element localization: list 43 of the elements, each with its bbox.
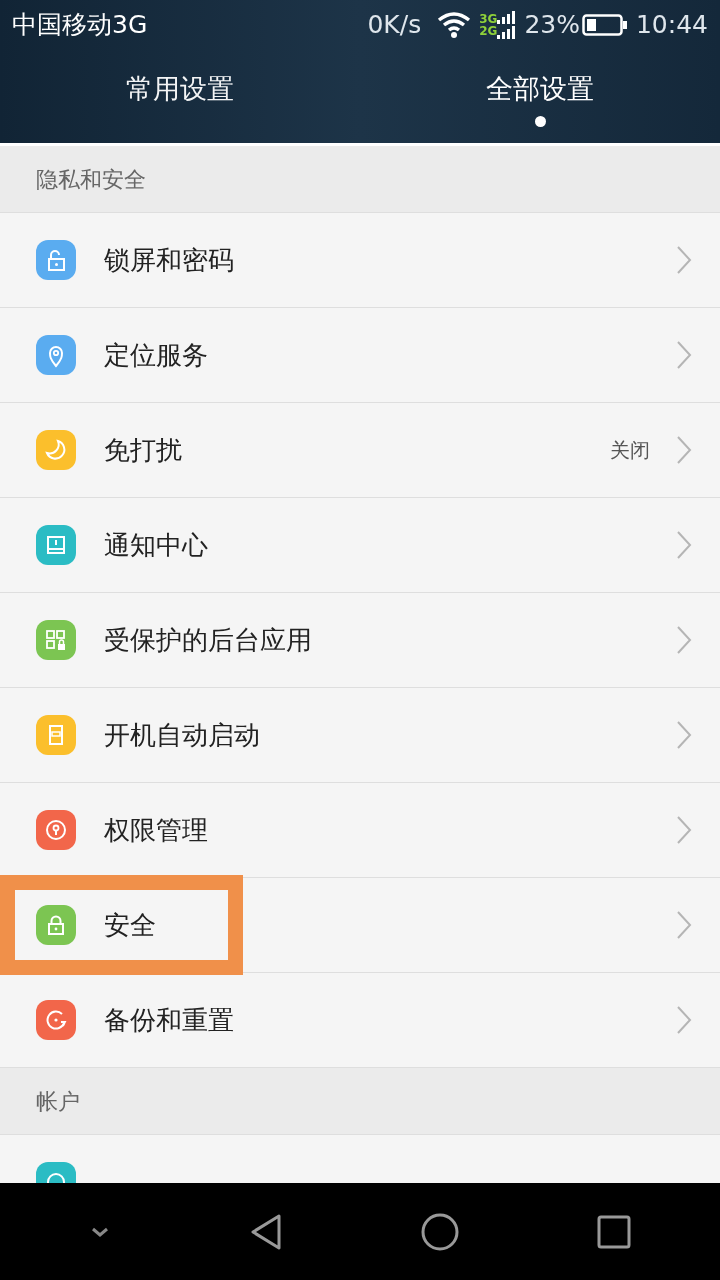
settings-row[interactable]: 安全	[0, 878, 720, 973]
settings-row[interactable]: 锁屏和密码	[0, 213, 720, 308]
home-icon[interactable]	[421, 1212, 459, 1251]
section-header: 隐私和安全	[0, 146, 720, 213]
setting-label: 通知中心	[104, 528, 209, 562]
setting-label: 受保护的后台应用	[104, 623, 313, 657]
wifi-icon	[437, 11, 472, 39]
network-type: 3G	[479, 13, 498, 25]
chevron-right-icon	[676, 245, 692, 275]
battery-percent: 23%	[524, 9, 580, 42]
chevron-right-icon	[676, 720, 692, 750]
section-header: 帐户	[0, 1068, 720, 1135]
signal-icon	[497, 11, 517, 39]
setting-label: 备份和重置	[104, 1003, 235, 1037]
settings-row[interactable]: 权限管理	[0, 783, 720, 878]
network-type: 2G	[479, 25, 498, 37]
chevron-right-icon	[676, 435, 692, 465]
chevron-right-icon	[676, 1005, 692, 1035]
carrier-name: 中国移动3G	[12, 9, 148, 42]
battery-icon	[581, 13, 628, 37]
settings-row[interactable]: 受保护的后台应用	[0, 593, 720, 688]
setting-label: 免打扰	[104, 433, 183, 467]
clock-time: 10:44	[635, 9, 708, 42]
setting-label: 开机自动启动	[104, 718, 261, 752]
chevron-right-icon	[676, 340, 692, 370]
settings-row[interactable]: 定位服务	[0, 308, 720, 403]
setting-label: 权限管理	[104, 813, 209, 847]
setting-label: 安全	[104, 908, 157, 942]
setting-value: 关闭	[610, 437, 650, 464]
settings-row[interactable]: 开机自动启动	[0, 688, 720, 783]
chevron-right-icon	[676, 625, 692, 655]
setting-label: 定位服务	[104, 338, 209, 372]
back-icon[interactable]	[249, 1212, 283, 1251]
settings-tab[interactable]: 全部设置	[360, 50, 720, 143]
setting-label: 锁屏和密码	[104, 243, 235, 277]
chevron-right-icon	[676, 815, 692, 845]
chevron-right-icon	[676, 530, 692, 560]
network-speed: 0K/s	[367, 9, 422, 42]
recents-icon[interactable]	[597, 1214, 631, 1249]
settings-row[interactable]: 免打扰 关闭	[0, 403, 720, 498]
chevron-right-icon	[676, 910, 692, 940]
settings-tab[interactable]: 常用设置	[0, 50, 360, 143]
settings-row[interactable]: 通知中心	[0, 498, 720, 593]
